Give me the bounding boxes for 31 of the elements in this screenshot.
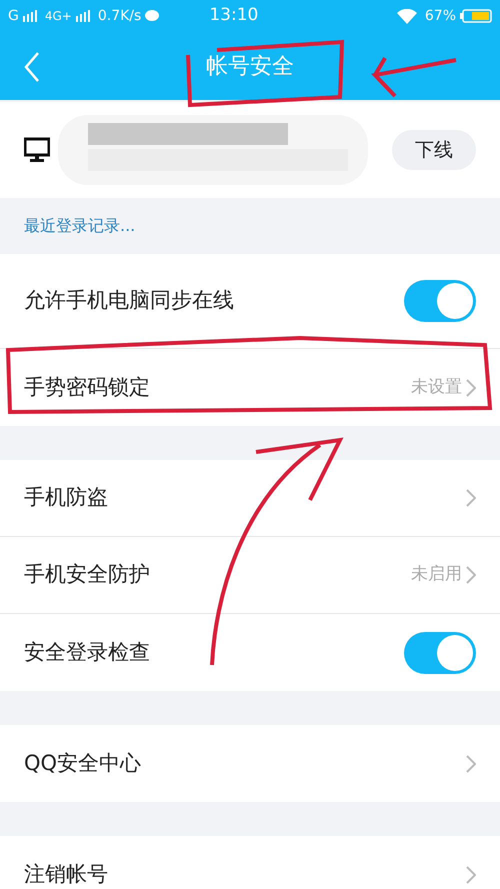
back-icon[interactable] — [24, 52, 40, 82]
row-label: QQ安全中心 — [24, 750, 142, 777]
chevron-icon — [466, 566, 476, 584]
page-title: 帐号安全 — [206, 52, 294, 80]
row-label: 安全登录检查 — [24, 638, 151, 666]
toggle-switch[interactable] — [404, 280, 476, 322]
signal-icon — [22, 10, 37, 22]
chat-bubble-icon — [145, 10, 160, 22]
toggle-switch[interactable] — [404, 632, 476, 674]
row-label: 手机防盗 — [24, 484, 109, 512]
signal-icon — [76, 10, 90, 22]
row-label: 注销帐号 — [24, 860, 109, 888]
wifi-icon — [396, 8, 417, 24]
chevron-icon — [466, 489, 476, 507]
chevron-icon — [466, 754, 476, 772]
row-label: 手机安全防护 — [24, 561, 151, 588]
recent-login-link[interactable]: 最近登录记录... — [24, 214, 136, 238]
clock-time: 13:10 — [209, 4, 258, 28]
chevron-icon — [466, 378, 476, 396]
row-label: 手势密码锁定 — [24, 374, 151, 401]
row-value: 未设置 — [411, 376, 462, 399]
row-value: 未启用 — [411, 563, 462, 586]
logout-device-button[interactable]: 下线 — [392, 130, 476, 170]
carrier-label: G — [8, 6, 19, 26]
network-label: 4G+ — [44, 8, 72, 25]
monitor-icon — [24, 137, 50, 163]
battery-percent: 67% — [424, 6, 456, 26]
speed-label: 0.7K/s — [98, 6, 142, 26]
battery-icon — [460, 9, 492, 23]
row-label: 允许手机电脑同步在线 — [24, 287, 235, 314]
chevron-icon — [466, 866, 476, 884]
